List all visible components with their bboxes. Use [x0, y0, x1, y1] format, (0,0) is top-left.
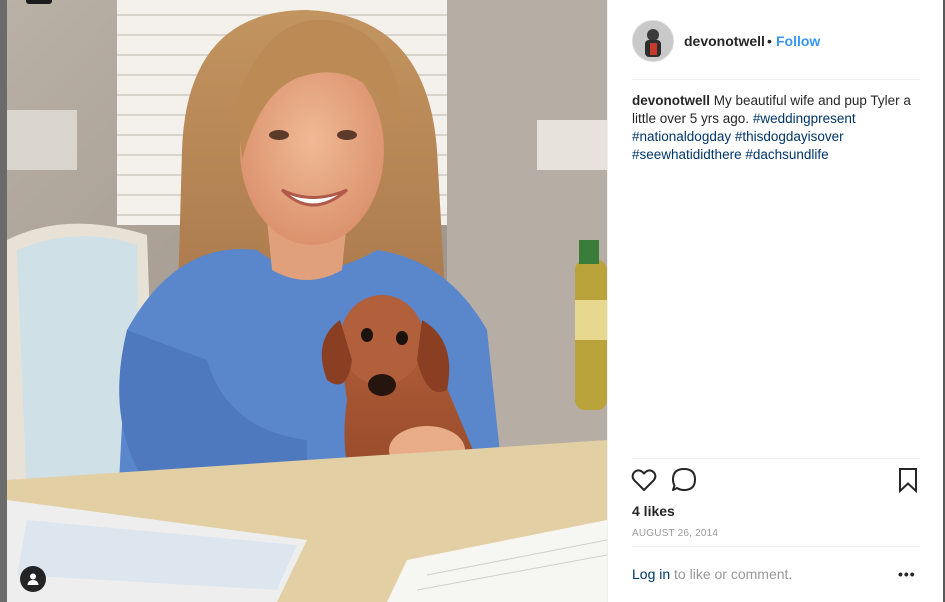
- hashtag-link[interactable]: #thisdogdayisover: [735, 129, 844, 144]
- avatar[interactable]: [632, 20, 674, 62]
- hashtag-link[interactable]: #seewhatididthere: [632, 147, 742, 162]
- avatar-image: [633, 21, 673, 61]
- more-options-button[interactable]: •••: [898, 566, 916, 582]
- person-icon: [27, 573, 39, 585]
- login-link[interactable]: Log in: [632, 566, 670, 582]
- save-button[interactable]: [894, 466, 922, 494]
- actions-divider: [632, 458, 920, 459]
- photo-illustration: [7, 0, 607, 602]
- comment-icon: [672, 468, 696, 491]
- viewer-overlay: devonotwell • Follow devonotwell My beau…: [0, 0, 945, 602]
- follow-button[interactable]: Follow: [776, 33, 820, 49]
- heart-icon: [631, 469, 657, 491]
- hashtag-link[interactable]: #dachsundlife: [745, 147, 828, 162]
- tagged-people-button[interactable]: [20, 566, 46, 592]
- likes-count[interactable]: 4 likes: [632, 503, 675, 519]
- post-username[interactable]: devonotwell: [684, 33, 765, 49]
- post-side-panel: devonotwell • Follow devonotwell My beau…: [607, 0, 944, 602]
- bookmark-icon: [899, 468, 917, 494]
- footer-divider: [632, 546, 920, 547]
- separator-dot: •: [767, 33, 772, 49]
- post-date[interactable]: August 26, 2014: [632, 528, 718, 539]
- like-button[interactable]: [630, 466, 658, 494]
- post-actions: [630, 466, 922, 496]
- post-photo[interactable]: [7, 0, 607, 602]
- hashtag-link[interactable]: #nationaldogday: [632, 129, 731, 144]
- login-prompt: Log in to like or comment.: [632, 566, 920, 582]
- hashtag-link[interactable]: #weddingpresent: [753, 111, 856, 126]
- post-caption: devonotwell My beautiful wife and pup Ty…: [632, 92, 922, 164]
- comment-button[interactable]: [670, 466, 698, 494]
- login-prompt-text: to like or comment.: [674, 566, 793, 582]
- top-chip: [26, 0, 52, 4]
- header-divider: [632, 79, 920, 80]
- caption-username[interactable]: devonotwell: [632, 93, 710, 108]
